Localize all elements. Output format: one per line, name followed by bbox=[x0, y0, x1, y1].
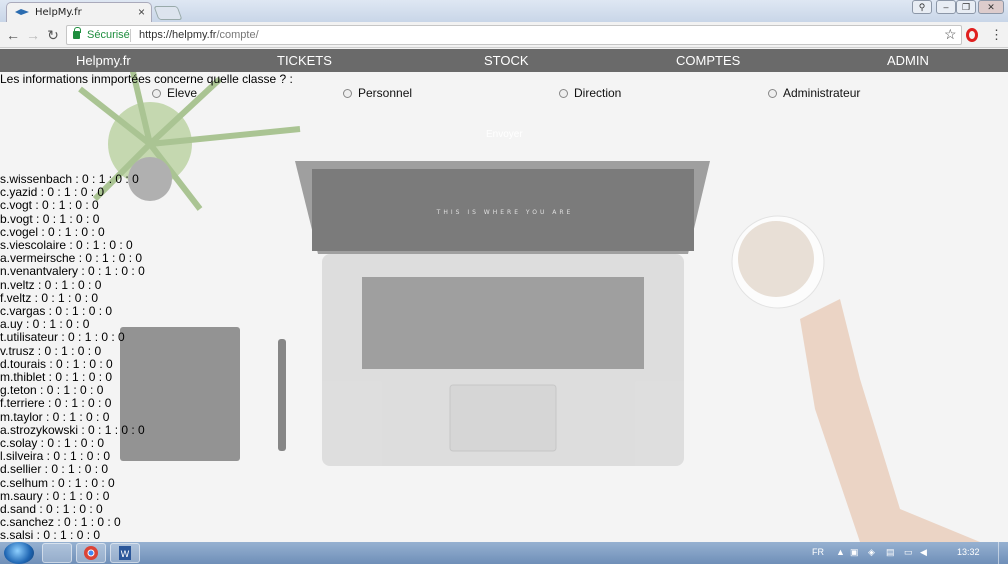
radio-direction[interactable]: Direction bbox=[559, 86, 621, 100]
page-content: THIS IS WHERE YOU ARE Helpmy.fr TICKETS … bbox=[0, 49, 1008, 542]
tray-monitor-icon[interactable]: ▭ bbox=[904, 547, 913, 558]
star-icon[interactable]: ☆ bbox=[944, 26, 957, 43]
show-hidden-icons-icon[interactable]: ▲ bbox=[836, 547, 845, 557]
radio-circle[interactable] bbox=[343, 89, 352, 98]
submit-button[interactable]: Envoyer bbox=[486, 129, 523, 140]
tray-network-icon[interactable]: ▣ bbox=[850, 547, 859, 558]
word-icon[interactable]: W bbox=[110, 543, 140, 563]
account-row: t.utilisateur : 0 : 1 : 0 : 0 bbox=[0, 330, 125, 345]
account-row: b.vogt : 0 : 1 : 0 : 0 bbox=[0, 211, 100, 226]
account-row: m.taylor : 0 : 1 : 0 : 0 bbox=[0, 409, 110, 424]
opera-icon[interactable] bbox=[966, 28, 978, 42]
tray-security-icon[interactable]: ◈ bbox=[868, 547, 875, 558]
account-row: n.venantvalery : 0 : 1 : 0 : 0 bbox=[0, 264, 145, 279]
helpmy-favicon-icon bbox=[15, 9, 29, 15]
start-button-icon[interactable] bbox=[4, 542, 34, 564]
account-list: s.wissenbach : 0 : 1 : 0 : 0 c.yazid : 0 … bbox=[0, 172, 145, 542]
background-desk-photo: THIS IS WHERE YOU ARE bbox=[0, 49, 1008, 542]
nav-admin[interactable]: ADMIN bbox=[887, 53, 929, 68]
radio-label: Personnel bbox=[358, 86, 413, 100]
account-row: c.vogt : 0 : 1 : 0 : 0 bbox=[0, 198, 99, 213]
window-close-button[interactable]: ✕ bbox=[978, 0, 1004, 14]
minimize-button[interactable]: – bbox=[936, 0, 956, 14]
account-row: d.sellier : 0 : 1 : 0 : 0 bbox=[0, 462, 109, 477]
import-question: Les informations inmportées concerne que… bbox=[0, 72, 293, 86]
radio-circle[interactable] bbox=[152, 89, 161, 98]
account-row: c.selhum : 0 : 1 : 0 : 0 bbox=[0, 475, 115, 490]
tray-device-icon[interactable]: ▤ bbox=[886, 547, 895, 558]
brand-link[interactable]: Helpmy.fr bbox=[76, 53, 131, 68]
radio-circle[interactable] bbox=[559, 89, 568, 98]
account-row: s.salsi : 0 : 1 : 0 : 0 bbox=[0, 528, 101, 542]
tab-title: HelpMy.fr bbox=[35, 7, 82, 18]
nav-comptes[interactable]: COMPTES bbox=[676, 53, 740, 68]
url-host: https://helpmy.fr bbox=[139, 29, 217, 41]
svg-text:THIS IS WHERE YOU ARE: THIS IS WHERE YOU ARE bbox=[436, 209, 574, 216]
browser-titlebar: HelpMy.fr × ⚲ – ❐ ✕ bbox=[0, 0, 1008, 22]
menu-dots-icon[interactable]: ⋮ bbox=[990, 27, 1003, 43]
forward-arrow-icon[interactable]: → bbox=[24, 26, 42, 44]
windows-taskbar: W FR ▲ ▣ ◈ ▤ ▭ ◀ 13:32 bbox=[0, 542, 1008, 564]
back-arrow-icon[interactable]: ← bbox=[4, 26, 22, 44]
lock-icon bbox=[73, 27, 81, 39]
nav-tickets[interactable]: TICKETS bbox=[277, 53, 332, 68]
account-row: n.veltz : 0 : 1 : 0 : 0 bbox=[0, 277, 102, 292]
account-row: v.trusz : 0 : 1 : 0 : 0 bbox=[0, 343, 102, 358]
security-label: Sécurisé bbox=[87, 29, 130, 41]
browser-toolbar: ← → ↻ Sécurisé https://helpmy.fr/compte/ bbox=[0, 22, 1008, 48]
radio-personnel[interactable]: Personnel bbox=[343, 86, 412, 100]
maximize-button[interactable]: ❐ bbox=[956, 0, 976, 14]
svg-text:W: W bbox=[121, 550, 130, 560]
address-separator bbox=[130, 29, 131, 42]
nav-stock[interactable]: STOCK bbox=[484, 53, 529, 68]
language-indicator[interactable]: FR bbox=[812, 547, 824, 557]
explorer-icon[interactable] bbox=[42, 543, 72, 563]
volume-icon[interactable]: ◀ bbox=[920, 547, 927, 558]
site-navbar: Helpmy.fr TICKETS STOCK COMPTES ADMIN bbox=[0, 49, 1008, 72]
account-row: f.terriere : 0 : 1 : 0 : 0 bbox=[0, 396, 112, 411]
clock[interactable]: 13:32 bbox=[957, 547, 980, 557]
profile-icon[interactable]: ⚲ bbox=[912, 0, 932, 14]
laptop-image: THIS IS WHERE YOU ARE bbox=[295, 161, 710, 466]
show-desktop-button[interactable] bbox=[998, 542, 1008, 564]
url-text: https://helpmy.fr/compte/ bbox=[139, 29, 259, 41]
radio-label: Administrateur bbox=[783, 86, 861, 100]
tab-close-icon[interactable]: × bbox=[138, 5, 145, 19]
radio-circle[interactable] bbox=[768, 89, 777, 98]
radio-eleve[interactable]: Eleve bbox=[152, 86, 197, 100]
chrome-icon[interactable] bbox=[76, 543, 106, 563]
coffee-cup-image bbox=[731, 215, 825, 309]
address-bar[interactable]: Sécurisé https://helpmy.fr/compte/ bbox=[66, 25, 962, 45]
reload-icon[interactable]: ↻ bbox=[44, 26, 62, 44]
url-path: /compte/ bbox=[216, 29, 259, 41]
browser-tab[interactable]: HelpMy.fr × bbox=[6, 2, 152, 22]
radio-administrateur[interactable]: Administrateur bbox=[768, 86, 860, 100]
radio-label: Eleve bbox=[167, 86, 198, 100]
new-tab-button[interactable] bbox=[153, 6, 183, 20]
radio-label: Direction bbox=[574, 86, 622, 100]
